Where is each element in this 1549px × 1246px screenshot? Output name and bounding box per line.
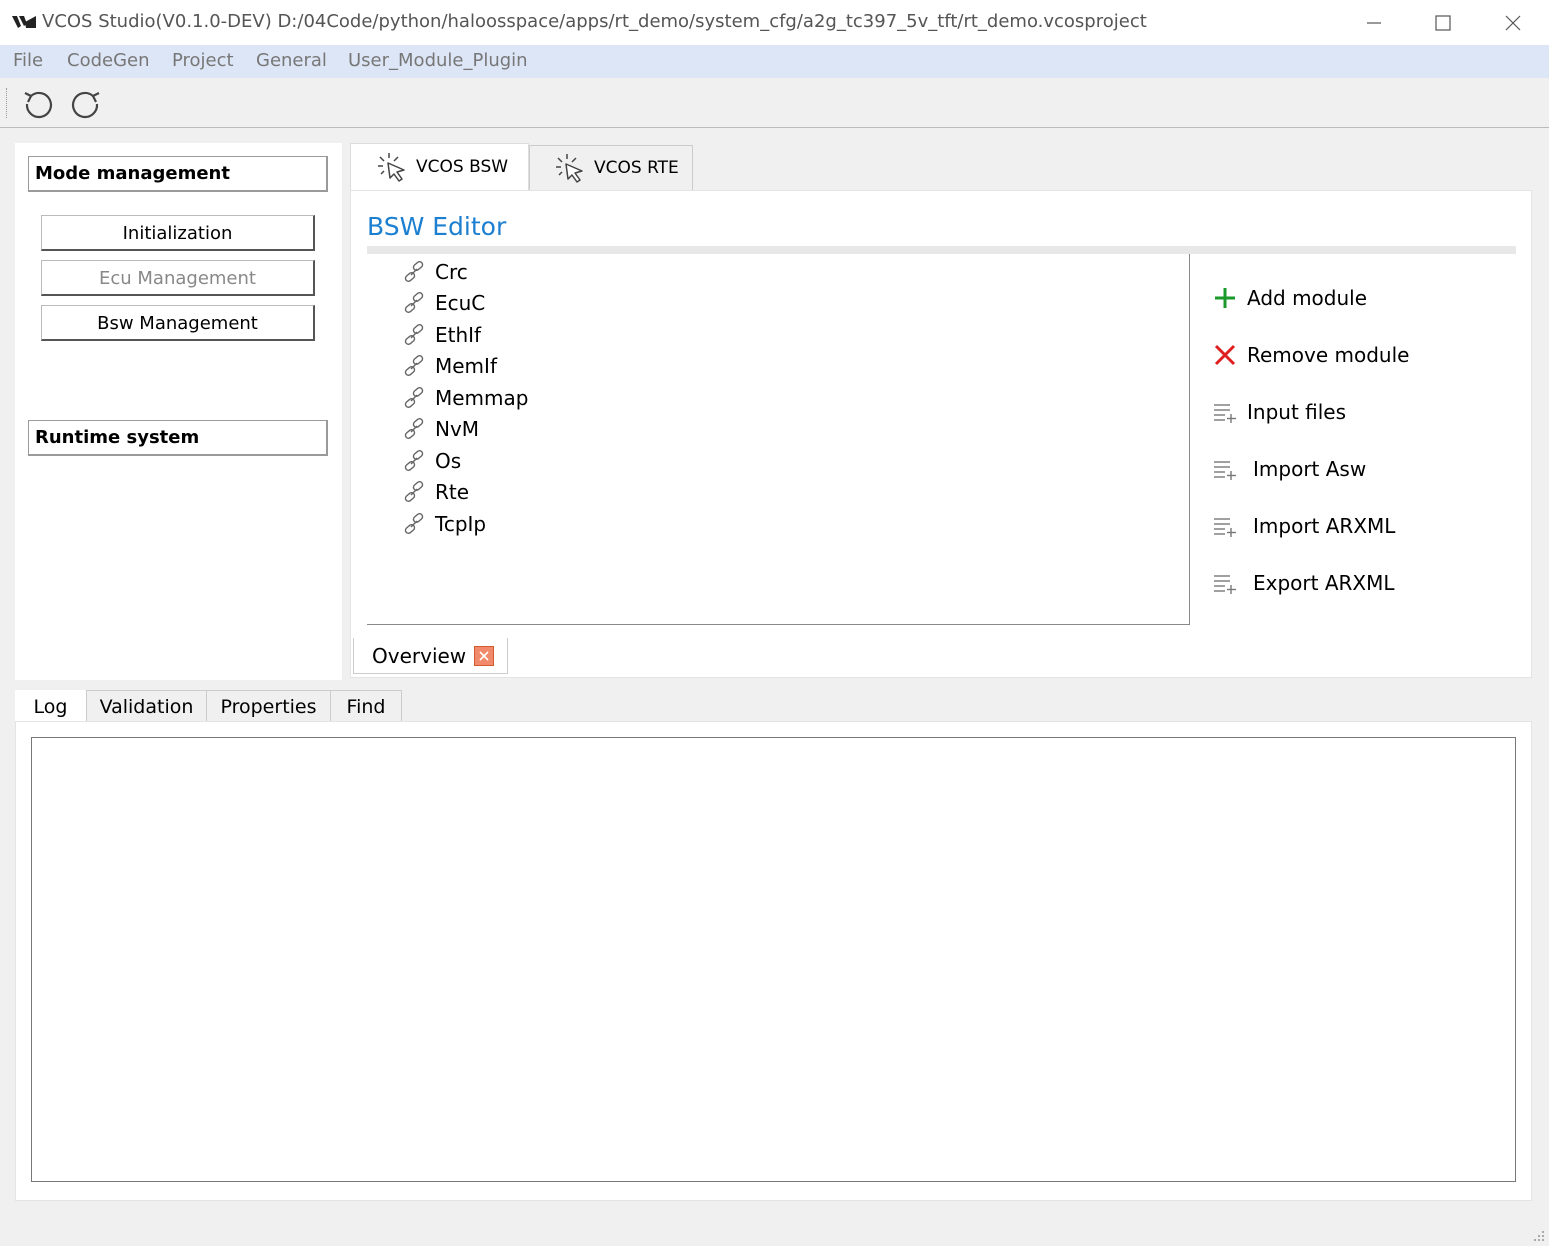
- tab-find[interactable]: Find: [330, 690, 402, 722]
- tab-overview-label: Overview: [372, 643, 467, 668]
- undo-icon: [24, 91, 52, 119]
- list-add-icon: [1213, 514, 1237, 538]
- cursor-click-icon: [378, 153, 405, 182]
- link-icon: [404, 261, 424, 282]
- toolbar-grip[interactable]: [6, 88, 8, 118]
- redo-icon: [72, 91, 100, 119]
- list-add-icon: [1213, 571, 1237, 595]
- list-item[interactable]: MemIf: [403, 352, 497, 380]
- link-icon: [404, 481, 424, 502]
- list-add-icon: [1213, 457, 1237, 481]
- initialization-button[interactable]: Initialization: [41, 215, 315, 251]
- link-icon: [404, 292, 424, 313]
- editor-title: BSW Editor: [367, 212, 507, 241]
- menu-user-module-plugin[interactable]: User_Module_Plugin: [348, 50, 528, 71]
- list-item[interactable]: Rte: [403, 478, 469, 506]
- section-runtime-system[interactable]: Runtime system: [28, 420, 328, 456]
- close-icon: [479, 650, 489, 661]
- list-item[interactable]: Os: [403, 447, 461, 475]
- resize-grip-icon[interactable]: [1533, 1230, 1545, 1242]
- input-files-label: Input files: [1247, 400, 1347, 424]
- remove-module-label: Remove module: [1247, 343, 1410, 367]
- module-label: EcuC: [435, 291, 486, 315]
- log-panel: [15, 721, 1532, 1201]
- input-files-button[interactable]: Input files: [1213, 396, 1346, 428]
- tab-validation[interactable]: Validation: [86, 690, 207, 722]
- toolbar: [0, 78, 1549, 128]
- export-arxml-button[interactable]: Export ARXML: [1213, 567, 1395, 599]
- export-arxml-label: Export ARXML: [1253, 571, 1395, 595]
- list-item[interactable]: EcuC: [403, 289, 485, 317]
- close-tab-button[interactable]: [474, 645, 495, 666]
- list-add-icon: [1213, 400, 1237, 424]
- module-label: NvM: [435, 417, 480, 441]
- window-title: VCOS Studio(V0.1.0-DEV) D:/04Code/python…: [42, 11, 1147, 32]
- module-list[interactable]: Crc EcuC EthIf MemIf Memmap NvM Os Rte T…: [367, 254, 1190, 625]
- list-item[interactable]: Crc: [403, 258, 468, 286]
- link-icon: [404, 450, 424, 471]
- editor-separator: [367, 246, 1516, 254]
- link-icon: [404, 355, 424, 376]
- list-item[interactable]: Memmap: [403, 384, 528, 412]
- close-icon: [1505, 15, 1521, 30]
- tab-vcos-bsw[interactable]: VCOS BSW: [350, 143, 529, 190]
- import-asw-button[interactable]: Import Asw: [1213, 453, 1366, 485]
- link-icon: [404, 513, 424, 534]
- minimize-icon: [1367, 21, 1381, 24]
- module-label: MemIf: [435, 354, 497, 378]
- undo-button[interactable]: [21, 86, 57, 122]
- tab-vcos-rte[interactable]: VCOS RTE: [529, 145, 693, 190]
- log-output[interactable]: [31, 737, 1516, 1182]
- close-button[interactable]: [1478, 0, 1548, 45]
- module-label: Rte: [435, 480, 470, 504]
- link-icon: [404, 387, 424, 408]
- redo-button[interactable]: [67, 86, 103, 122]
- import-arxml-label: Import ARXML: [1253, 514, 1396, 538]
- plus-icon: [1213, 286, 1237, 310]
- module-label: Crc: [435, 260, 468, 284]
- menu-general[interactable]: General: [256, 50, 327, 71]
- link-icon: [404, 324, 424, 345]
- menu-project[interactable]: Project: [172, 50, 234, 71]
- minimize-button[interactable]: [1339, 0, 1409, 45]
- sidebar: Mode management Initialization Ecu Manag…: [15, 143, 342, 680]
- tab-overview[interactable]: Overview: [353, 638, 508, 674]
- module-label: Os: [435, 449, 462, 473]
- bsw-management-button[interactable]: Bsw Management: [41, 305, 315, 341]
- menu-file[interactable]: File: [13, 50, 43, 71]
- import-asw-label: Import Asw: [1253, 457, 1367, 481]
- x-icon: [1213, 343, 1237, 367]
- menu-bar: File CodeGen Project General User_Module…: [0, 45, 1549, 78]
- menu-codegen[interactable]: CodeGen: [67, 50, 150, 71]
- tab-vcos-rte-label: VCOS RTE: [594, 158, 679, 178]
- remove-module-button[interactable]: Remove module: [1213, 339, 1409, 371]
- ecu-management-button[interactable]: Ecu Management: [41, 260, 315, 296]
- tab-log[interactable]: Log: [15, 690, 86, 722]
- tab-vcos-bsw-label: VCOS BSW: [416, 157, 509, 177]
- vcos-logo-icon: [12, 16, 36, 28]
- add-module-label: Add module: [1247, 286, 1368, 310]
- list-item[interactable]: EthIf: [403, 321, 481, 349]
- module-label: TcpIp: [435, 512, 487, 536]
- add-module-button[interactable]: Add module: [1213, 282, 1367, 314]
- link-icon: [404, 418, 424, 439]
- maximize-icon: [1435, 14, 1451, 31]
- module-label: EthIf: [435, 323, 482, 347]
- maximize-button[interactable]: [1408, 0, 1478, 45]
- list-item[interactable]: TcpIp: [403, 510, 486, 538]
- tab-properties[interactable]: Properties: [206, 690, 331, 722]
- cursor-click-icon: [556, 154, 583, 183]
- import-arxml-button[interactable]: Import ARXML: [1213, 510, 1395, 542]
- title-bar: VCOS Studio(V0.1.0-DEV) D:/04Code/python…: [0, 0, 1549, 45]
- section-mode-management[interactable]: Mode management: [28, 156, 328, 192]
- list-item[interactable]: NvM: [403, 415, 479, 443]
- module-label: Memmap: [435, 386, 529, 410]
- bsw-editor-panel: BSW Editor Crc EcuC EthIf MemIf Memmap N…: [350, 190, 1532, 678]
